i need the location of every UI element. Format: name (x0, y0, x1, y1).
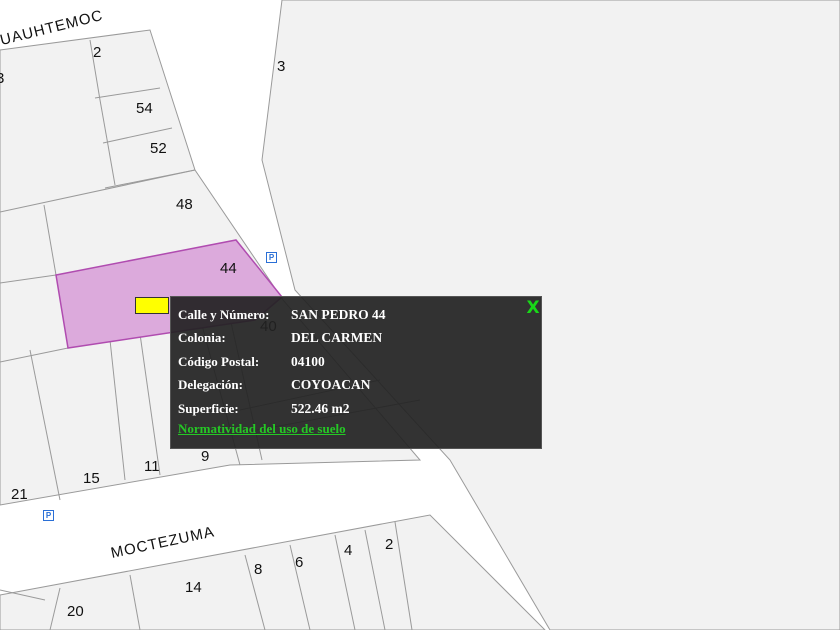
lot-number: 20 (67, 603, 84, 620)
delegacion-value: COYOACAN (291, 377, 371, 393)
close-button[interactable]: X (525, 298, 541, 318)
popup-row-area: Superficie: 522.46 m2 (178, 397, 386, 421)
selection-marker[interactable] (135, 297, 169, 314)
lot-number: 8 (254, 561, 262, 578)
postal-code-label: Código Postal: (178, 353, 260, 369)
lot-number: 2 (93, 44, 101, 61)
address-value: SAN PEDRO 44 (291, 306, 386, 322)
popup-details: Calle y Número: SAN PEDRO 44 Colonia: DE… (178, 303, 386, 421)
lot-number: 54 (136, 100, 153, 117)
land-use-link[interactable]: Normatividad del uso de suelo (178, 421, 346, 437)
postal-code-value: 04100 (291, 353, 325, 369)
delegacion-label: Delegación: (178, 377, 243, 393)
area-value: 522.46 m2 (291, 400, 350, 416)
popup-row-postal-code: Código Postal: 04100 (178, 350, 386, 374)
lot-number: 14 (185, 579, 202, 596)
lot-number: 44 (220, 260, 237, 277)
colonia-label: Colonia: (178, 330, 226, 346)
popup-row-delegacion: Delegación: COYOACAN (178, 374, 386, 398)
lot-number: 4 (344, 542, 352, 559)
lot-number: 21 (11, 486, 28, 503)
info-popup: X Calle y Número: SAN PEDRO 44 Colonia: … (170, 296, 542, 449)
lot-number: 3 (277, 58, 285, 75)
lot-number: 6 (295, 554, 303, 571)
parking-icon[interactable]: P (266, 252, 277, 263)
lot-number: 52 (150, 140, 167, 157)
lot-number: 9 (201, 448, 209, 465)
area-label: Superficie: (178, 400, 239, 416)
lot-number: 2 (385, 536, 393, 553)
popup-row-address: Calle y Número: SAN PEDRO 44 (178, 303, 386, 327)
lot-number: 15 (83, 470, 100, 487)
popup-row-colonia: Colonia: DEL CARMEN (178, 327, 386, 351)
colonia-value: DEL CARMEN (291, 330, 383, 346)
street-label-south: MOCTEZUMA (109, 523, 216, 562)
address-label: Calle y Número: (178, 306, 270, 322)
lot-number: 48 (176, 196, 193, 213)
parking-icon[interactable]: P (43, 510, 54, 521)
lot-number: 11 (144, 458, 160, 475)
lot-number: 3 (0, 70, 4, 87)
